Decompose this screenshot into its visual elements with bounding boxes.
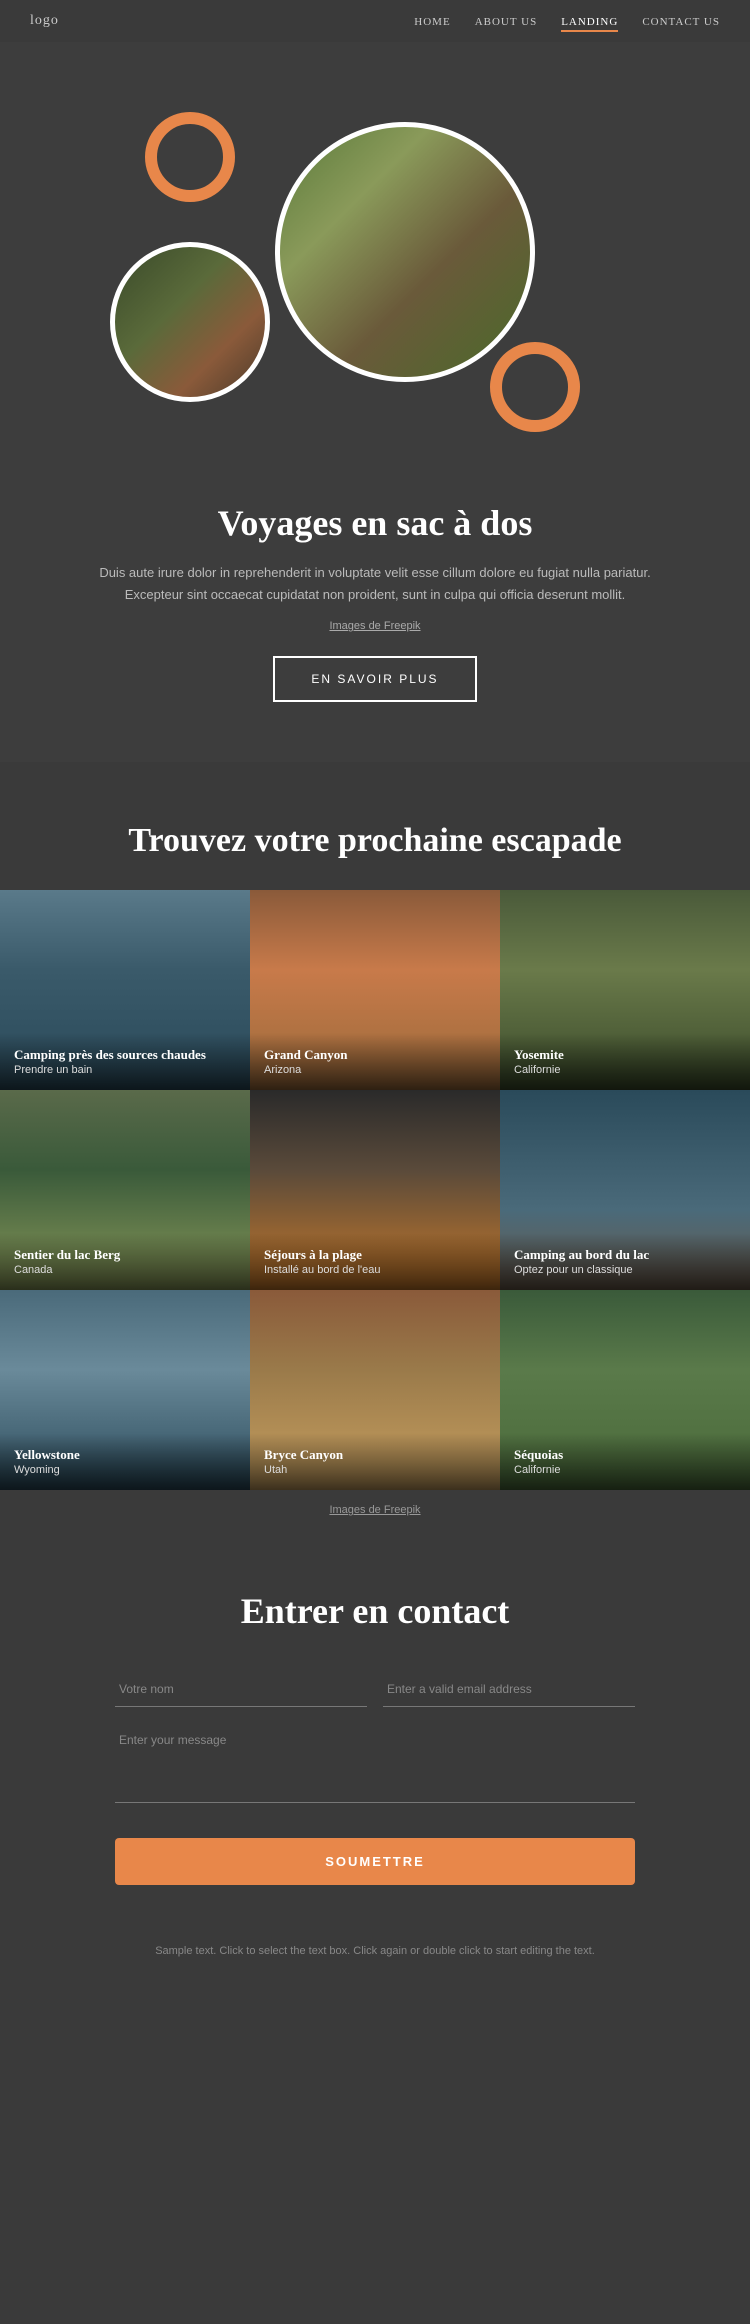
- gallery-title-8: Bryce Canyon: [264, 1447, 486, 1464]
- submit-button[interactable]: SOUMETTRE: [115, 1838, 635, 1885]
- gallery-attribution-link[interactable]: Images de Freepik: [329, 1504, 420, 1516]
- gallery-title-1: Camping près des sources chaudes: [14, 1047, 236, 1064]
- hero-image-large: [275, 122, 535, 382]
- gallery-title-6: Camping au bord du lac: [514, 1247, 736, 1264]
- gallery-sub-6: Optez pour un classique: [514, 1264, 736, 1276]
- ring-bottomright-icon: [490, 342, 580, 432]
- gallery-item-5[interactable]: Séjours à la plage Installé au bord de l…: [250, 1090, 500, 1290]
- header: logo HOME ABOUT US LANDING CONTACT US: [0, 0, 750, 42]
- gallery-title-2: Grand Canyon: [264, 1047, 486, 1064]
- gallery-overlay-7: Yellowstone Wyoming: [0, 1433, 250, 1490]
- hero-attribution: Images de Freepik: [30, 620, 720, 632]
- nav-link-contact[interactable]: CONTACT US: [642, 16, 720, 28]
- contact-section: Entrer en contact SOUMETTRE: [0, 1530, 750, 1925]
- gallery-item-8[interactable]: Bryce Canyon Utah: [250, 1290, 500, 1490]
- gallery-item-9[interactable]: Séquoias Californie: [500, 1290, 750, 1490]
- ring-topleft-icon: [145, 112, 235, 202]
- gallery-grid: Camping près des sources chaudes Prendre…: [0, 890, 750, 1490]
- gallery-overlay-4: Sentier du lac Berg Canada: [0, 1233, 250, 1290]
- gallery-overlay-8: Bryce Canyon Utah: [250, 1433, 500, 1490]
- nav-item-contact[interactable]: CONTACT US: [642, 12, 720, 30]
- gallery-title-4: Sentier du lac Berg: [14, 1247, 236, 1264]
- hero-image-small: [110, 242, 270, 402]
- gallery-title-7: Yellowstone: [14, 1447, 236, 1464]
- gallery-overlay-2: Grand Canyon Arizona: [250, 1033, 500, 1090]
- gallery-sub-4: Canada: [14, 1264, 236, 1276]
- contact-form: SOUMETTRE: [115, 1672, 635, 1885]
- gallery-overlay-3: Yosemite Californie: [500, 1033, 750, 1090]
- nav-link-landing[interactable]: LANDING: [561, 16, 618, 32]
- message-textarea[interactable]: [115, 1723, 635, 1803]
- gallery-item-4[interactable]: Sentier du lac Berg Canada: [0, 1090, 250, 1290]
- nav: HOME ABOUT US LANDING CONTACT US: [414, 12, 720, 30]
- name-input[interactable]: [115, 1672, 367, 1707]
- nav-item-about[interactable]: ABOUT US: [475, 12, 538, 30]
- gallery-attribution: Images de Freepik: [0, 1490, 750, 1530]
- hero-description: Duis aute irure dolor in reprehenderit i…: [85, 562, 665, 606]
- logo: logo: [30, 13, 59, 29]
- gallery-item-3[interactable]: Yosemite Californie: [500, 890, 750, 1090]
- gallery-overlay-1: Camping près des sources chaudes Prendre…: [0, 1033, 250, 1090]
- gallery-title: Trouvez votre prochaine escapade: [0, 822, 750, 860]
- nav-item-landing[interactable]: LANDING: [561, 12, 618, 30]
- gallery-title-9: Séquoias: [514, 1447, 736, 1464]
- hero-images: [30, 82, 720, 462]
- gallery-overlay-5: Séjours à la plage Installé au bord de l…: [250, 1233, 500, 1290]
- form-row-top: [115, 1672, 635, 1707]
- gallery-overlay-9: Séquoias Californie: [500, 1433, 750, 1490]
- gallery-overlay-6: Camping au bord du lac Optez pour un cla…: [500, 1233, 750, 1290]
- gallery-sub-1: Prendre un bain: [14, 1064, 236, 1076]
- nav-item-home[interactable]: HOME: [414, 12, 450, 30]
- gallery-item-6[interactable]: Camping au bord du lac Optez pour un cla…: [500, 1090, 750, 1290]
- gallery-sub-9: Californie: [514, 1464, 736, 1476]
- gallery-item-2[interactable]: Grand Canyon Arizona: [250, 890, 500, 1090]
- gallery-sub-8: Utah: [264, 1464, 486, 1476]
- gallery-item-7[interactable]: Yellowstone Wyoming: [0, 1290, 250, 1490]
- gallery-title-3: Yosemite: [514, 1047, 736, 1064]
- nav-link-home[interactable]: HOME: [414, 16, 450, 28]
- nav-link-about[interactable]: ABOUT US: [475, 16, 538, 28]
- gallery-sub-2: Arizona: [264, 1064, 486, 1076]
- gallery-sub-5: Installé au bord de l'eau: [264, 1264, 486, 1276]
- email-input[interactable]: [383, 1672, 635, 1707]
- footer-note: Sample text. Click to select the text bo…: [0, 1925, 750, 1977]
- gallery-sub-3: Californie: [514, 1064, 736, 1076]
- contact-title: Entrer en contact: [30, 1590, 720, 1632]
- gallery-item-1[interactable]: Camping près des sources chaudes Prendre…: [0, 890, 250, 1090]
- hero-section: Voyages en sac à dos Duis aute irure dol…: [0, 42, 750, 762]
- gallery-title-5: Séjours à la plage: [264, 1247, 486, 1264]
- gallery-section: Trouvez votre prochaine escapade Camping…: [0, 762, 750, 1530]
- gallery-sub-7: Wyoming: [14, 1464, 236, 1476]
- hero-attribution-link[interactable]: Images de Freepik: [329, 620, 420, 632]
- hero-button[interactable]: EN SAVOIR PLUS: [273, 656, 476, 702]
- hero-title: Voyages en sac à dos: [30, 502, 720, 544]
